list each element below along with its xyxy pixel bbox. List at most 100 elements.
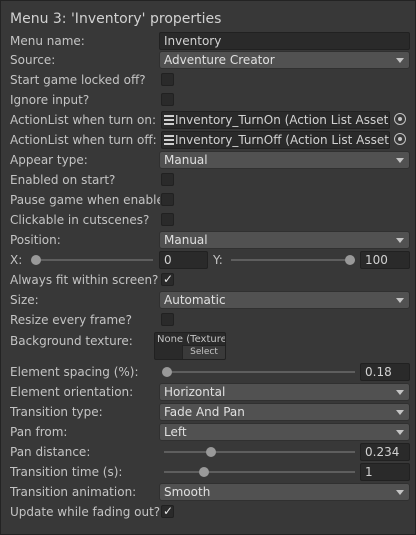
pause-game-checkbox[interactable] (161, 193, 174, 206)
appear-type-dropdown[interactable]: Manual (159, 151, 410, 169)
pan-distance-slider-thumb[interactable] (205, 447, 216, 457)
row-pause-game: Pause game when enabled (1, 190, 416, 210)
pos-y-input[interactable]: 100 (360, 251, 410, 269)
ignore-input-checkbox[interactable] (161, 93, 174, 106)
transition-time-slider-track[interactable] (164, 471, 355, 473)
transition-animation-label: Transition animation: (10, 485, 137, 499)
size-dropdown[interactable]: Automatic (159, 291, 410, 309)
menu-name-label: Menu name: (10, 34, 85, 48)
enabled-start-label: Enabled on start? (10, 173, 116, 187)
action-list-asset-icon (164, 115, 174, 125)
row-position: Position: Manual (1, 230, 416, 250)
resize-frame-checkbox[interactable] (161, 313, 174, 326)
chevron-down-icon (396, 410, 404, 415)
row-actionlist-off: ActionList when turn off: Inventory_Turn… (1, 130, 416, 150)
pan-distance-input[interactable]: 0.234 (360, 443, 410, 461)
row-update-fading: Update while fading out? ✓ (1, 502, 416, 522)
background-texture-field[interactable]: None (Texture Select (154, 332, 226, 360)
fit-screen-checkbox[interactable]: ✓ (161, 272, 174, 286)
position-value: Manual (164, 233, 208, 247)
pan-distance-slider-track[interactable] (164, 451, 355, 453)
element-spacing-input[interactable]: 0.18 (360, 363, 410, 381)
source-dropdown[interactable]: Adventure Creator (159, 51, 410, 69)
actionlist-on-label: ActionList when turn on: (10, 113, 157, 127)
start-locked-label: Start game locked off? (10, 73, 146, 87)
chevron-down-icon (396, 58, 404, 63)
row-menu-name: Menu name: Inventory (1, 31, 416, 51)
object-picker-icon[interactable] (394, 133, 406, 145)
row-pan-distance: Pan distance: 0.234 (1, 442, 416, 462)
clickable-cutscenes-checkbox[interactable] (161, 213, 174, 226)
row-clickable-cutscenes: Clickable in cutscenes? (1, 210, 416, 230)
actionlist-off-field[interactable]: Inventory_TurnOff (Action List Asset) (161, 131, 390, 149)
row-element-spacing: Element spacing (%): 0.18 (1, 362, 416, 382)
pan-from-dropdown[interactable]: Left (159, 423, 410, 441)
update-fading-label: Update while fading out? (10, 505, 160, 519)
texture-select-button[interactable]: Select (182, 345, 225, 359)
properties-panel: Menu 3: 'Inventory' properties Menu name… (0, 0, 416, 535)
pan-from-label: Pan from: (10, 425, 68, 439)
transition-type-label: Transition type: (10, 405, 103, 419)
element-orientation-dropdown[interactable]: Horizontal (159, 383, 410, 401)
appear-type-label: Appear type: (10, 153, 88, 167)
element-spacing-label: Element spacing (%): (10, 365, 139, 379)
row-resize-frame: Resize every frame? (1, 310, 416, 330)
chevron-down-icon (396, 298, 404, 303)
position-dropdown[interactable]: Manual (159, 231, 410, 249)
object-picker-icon[interactable] (394, 113, 406, 125)
background-texture-label: Background texture: (10, 334, 133, 348)
actionlist-off-label: ActionList when turn off: (10, 133, 157, 147)
menu-name-input[interactable]: Inventory (159, 32, 410, 50)
row-element-orientation: Element orientation: Horizontal (1, 382, 416, 402)
row-source: Source: Adventure Creator (1, 50, 416, 70)
update-fading-checkbox[interactable]: ✓ (161, 504, 174, 518)
ignore-input-label: Ignore input? (10, 93, 90, 107)
actionlist-off-value: Inventory_TurnOff (Action List Asset) (175, 133, 390, 147)
transition-animation-dropdown[interactable]: Smooth (159, 483, 410, 501)
actionlist-on-value: Inventory_TurnOn (Action List Asset) (175, 113, 390, 127)
row-position-xy: X: 0 Y: 100 (1, 250, 416, 270)
pos-y-slider-track[interactable] (231, 259, 355, 261)
chevron-down-icon (396, 390, 404, 395)
transition-time-label: Transition time (s): (10, 465, 123, 479)
checkmark-icon: ✓ (163, 504, 174, 518)
row-fit-screen: Always fit within screen? ✓ (1, 270, 416, 290)
transition-type-dropdown[interactable]: Fade And Pan (159, 403, 410, 421)
chevron-down-icon (396, 158, 404, 163)
appear-type-value: Manual (164, 153, 208, 167)
pos-x-input[interactable]: 0 (159, 251, 208, 269)
resize-frame-label: Resize every frame? (10, 313, 132, 327)
row-pan-from: Pan from: Left (1, 422, 416, 442)
element-spacing-slider-thumb[interactable] (162, 367, 172, 377)
pos-x-label: X: (10, 253, 23, 267)
row-appear-type: Appear type: Manual (1, 150, 416, 170)
pos-x-slider-thumb[interactable] (31, 255, 41, 265)
pos-y-slider-thumb[interactable] (345, 255, 355, 265)
pan-from-value: Left (164, 425, 187, 439)
row-size: Size: Automatic (1, 290, 416, 310)
transition-type-value: Fade And Pan (164, 405, 245, 419)
pos-x-slider-track[interactable] (33, 259, 153, 261)
chevron-down-icon (396, 238, 404, 243)
row-transition-type: Transition type: Fade And Pan (1, 402, 416, 422)
row-enabled-start: Enabled on start? (1, 170, 416, 190)
checkmark-icon: ✓ (163, 272, 174, 286)
panel-title: Menu 3: 'Inventory' properties (10, 11, 222, 27)
row-actionlist-on: ActionList when turn on: Inventory_TurnO… (1, 110, 416, 130)
background-texture-value: None (Texture (157, 334, 226, 345)
element-spacing-slider-track[interactable] (164, 371, 355, 373)
size-label: Size: (10, 293, 39, 307)
pan-distance-label: Pan distance: (10, 445, 91, 459)
chevron-down-icon (396, 430, 404, 435)
size-value: Automatic (164, 293, 226, 307)
row-ignore-input: Ignore input? (1, 90, 416, 110)
actionlist-on-field[interactable]: Inventory_TurnOn (Action List Asset) (161, 111, 390, 129)
transition-time-input[interactable]: 1 (360, 463, 410, 481)
source-label: Source: (10, 53, 56, 67)
row-transition-time: Transition time (s): 1 (1, 462, 416, 482)
transition-time-slider-thumb[interactable] (199, 467, 210, 477)
start-locked-checkbox[interactable] (161, 73, 174, 86)
element-orientation-value: Horizontal (164, 385, 226, 399)
enabled-start-checkbox[interactable] (161, 173, 174, 186)
source-value: Adventure Creator (164, 53, 275, 67)
